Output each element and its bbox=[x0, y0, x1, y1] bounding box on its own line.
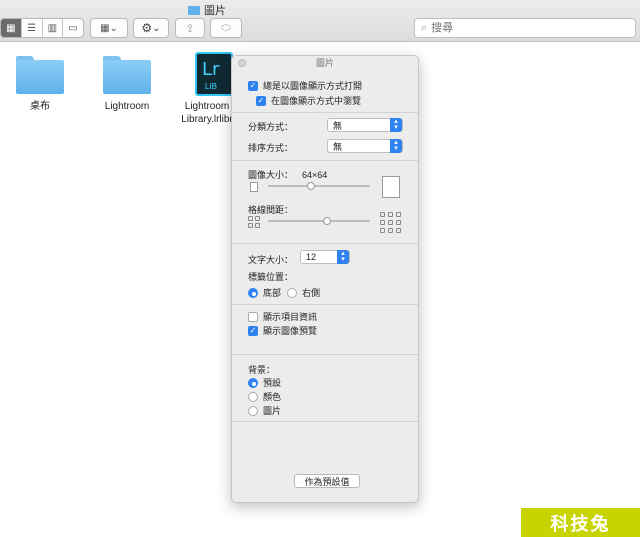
divider bbox=[232, 160, 418, 161]
toolbar: 圖片 ▦ ☰ ▥ ▭ ▦ ⌄ ⚙ ⌄ ⇪ ⬭ ⌕ bbox=[0, 0, 640, 42]
sort-by-label: 排序方式： bbox=[248, 143, 294, 153]
share-icon: ⇪ bbox=[185, 22, 195, 35]
item-label: Lightroom bbox=[104, 101, 150, 112]
lightroom-library-icon: Lr LIB bbox=[195, 52, 233, 96]
bg-picture-option[interactable]: 圖片 bbox=[248, 404, 281, 417]
icon-size-label: 圖像大小： 64×64 bbox=[248, 169, 328, 181]
search-icon: ⌕ bbox=[421, 21, 428, 34]
checkbox-checked-icon[interactable]: ✓ bbox=[248, 80, 258, 91]
group-by-select[interactable]: 無 ▴ ▾ bbox=[327, 118, 403, 132]
grid-spacing-label: 格線間距： bbox=[248, 205, 294, 215]
label-right-option[interactable]: 右側 bbox=[287, 286, 320, 299]
watermark-logo: 科技兔 bbox=[521, 508, 640, 537]
slider-knob[interactable] bbox=[306, 182, 315, 190]
tight-grid-icon bbox=[248, 216, 260, 228]
radio-icon[interactable] bbox=[287, 287, 297, 298]
text-size-label: 文字大小： bbox=[248, 255, 294, 265]
icon-size-value: 64×64 bbox=[302, 169, 328, 180]
search-input[interactable] bbox=[431, 22, 612, 34]
group-by-label: 分類方式： bbox=[248, 122, 294, 132]
tag-icon: ⬭ bbox=[221, 21, 231, 34]
checkbox-checked-icon[interactable]: ✓ bbox=[248, 325, 258, 336]
up-down-arrows-icon: ▴ ▾ bbox=[337, 250, 349, 264]
column-view-button[interactable]: ▥ bbox=[43, 19, 64, 37]
background-label: 背景： bbox=[248, 365, 276, 375]
chevron-down-icon: ⌄ bbox=[152, 22, 161, 34]
radio-icon[interactable] bbox=[248, 405, 258, 416]
browse-option[interactable]: ✓ 在圖像顯示方式中瀏覽 bbox=[256, 94, 361, 107]
divider bbox=[232, 354, 418, 355]
small-document-icon bbox=[250, 182, 258, 192]
icon-view-button[interactable]: ▦ bbox=[1, 19, 22, 37]
list-view-button[interactable]: ☰ bbox=[22, 19, 43, 37]
divider bbox=[232, 304, 418, 305]
up-down-arrows-icon: ▴ ▾ bbox=[390, 139, 402, 153]
folder-icon bbox=[103, 52, 151, 94]
radio-selected-icon[interactable] bbox=[248, 377, 258, 388]
item-label: 桌布 bbox=[30, 101, 50, 112]
close-button[interactable] bbox=[238, 59, 246, 67]
gear-icon: ⚙ bbox=[141, 21, 153, 35]
group-button[interactable]: ▦ ⌄ bbox=[90, 18, 128, 38]
text-size-select[interactable]: 12 ▴ ▾ bbox=[300, 250, 350, 264]
window-title-text: 圖片 bbox=[204, 5, 226, 17]
view-options-panel: 圖片 ✓ 總是以圖像顯示方式打開 ✓ 在圖像顯示方式中瀏覽 分類方式： 無 ▴ ▾… bbox=[231, 55, 419, 503]
folder-icon bbox=[16, 52, 64, 94]
wide-grid-icon bbox=[380, 212, 401, 233]
bg-color-option[interactable]: 顏色 bbox=[248, 390, 281, 403]
item-label: Lightroom Library.lrlibr bbox=[181, 101, 233, 125]
folder-icon bbox=[188, 5, 200, 15]
action-button[interactable]: ⚙ ⌄ bbox=[133, 18, 169, 38]
folder-item-lightroom[interactable]: Lightroom bbox=[87, 52, 167, 113]
search-field[interactable]: ⌕ bbox=[414, 18, 636, 38]
show-item-info-option[interactable]: 顯示項目資訊 bbox=[248, 310, 317, 323]
radio-icon[interactable] bbox=[248, 391, 258, 402]
use-as-defaults-button[interactable]: 作為預設值 bbox=[294, 474, 360, 488]
radio-selected-icon[interactable] bbox=[248, 287, 258, 298]
bg-default-option[interactable]: 預設 bbox=[248, 376, 281, 389]
sort-by-select[interactable]: 無 ▴ ▾ bbox=[327, 139, 403, 153]
checkbox-checked-icon[interactable]: ✓ bbox=[256, 95, 266, 106]
folder-item-wallpaper[interactable]: 桌布 bbox=[0, 52, 80, 113]
up-down-arrows-icon: ▴ ▾ bbox=[390, 118, 402, 132]
chevron-down-icon: ⌄ bbox=[109, 22, 118, 34]
divider bbox=[232, 112, 418, 113]
tag-button[interactable]: ⬭ bbox=[210, 18, 242, 38]
view-mode-group: ▦ ☰ ▥ ▭ bbox=[0, 18, 84, 38]
grid-spacing-slider[interactable] bbox=[268, 217, 370, 225]
share-button[interactable]: ⇪ bbox=[175, 18, 205, 38]
slider-knob[interactable] bbox=[323, 217, 332, 225]
label-position-label: 標籤位置： bbox=[248, 272, 294, 282]
divider bbox=[232, 243, 418, 244]
window-title: 圖片 bbox=[188, 2, 226, 18]
gallery-view-button[interactable]: ▭ bbox=[63, 19, 83, 37]
panel-title: 圖片 bbox=[232, 56, 418, 70]
checkbox-icon[interactable] bbox=[248, 311, 258, 322]
label-bottom-option[interactable]: 底部 bbox=[248, 286, 281, 299]
divider bbox=[232, 421, 418, 422]
icon-size-slider[interactable] bbox=[268, 182, 370, 190]
large-document-icon bbox=[382, 176, 400, 198]
always-open-option[interactable]: ✓ 總是以圖像顯示方式打開 bbox=[248, 79, 362, 92]
show-icon-preview-option[interactable]: ✓ 顯示圖像預覽 bbox=[248, 324, 317, 337]
group-icon: ▦ bbox=[100, 22, 110, 34]
